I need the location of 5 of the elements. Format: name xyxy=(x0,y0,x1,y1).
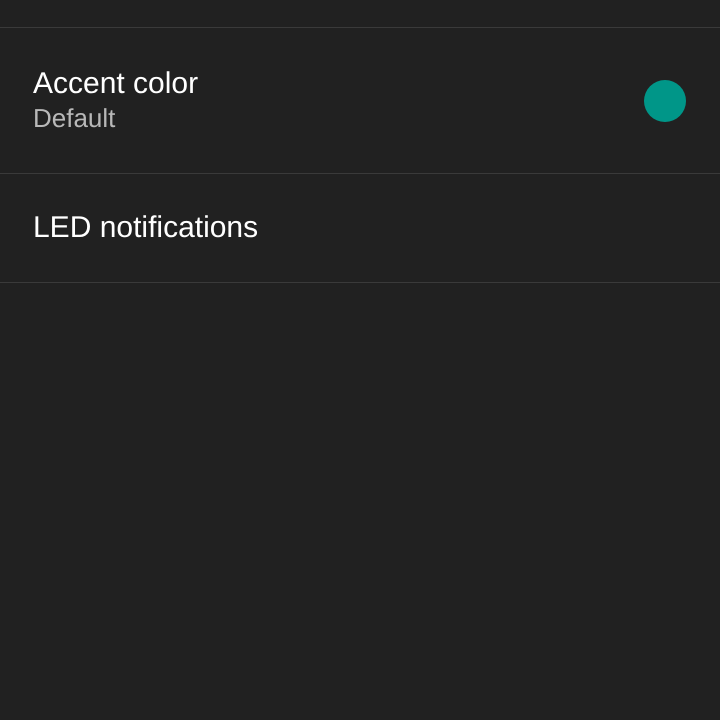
setting-summary: Default xyxy=(33,102,116,135)
settings-item[interactable]: Accent color Default xyxy=(0,28,720,174)
setting-title: LED notifications xyxy=(33,210,258,246)
setting-title: Accent color xyxy=(33,66,198,102)
settings-item[interactable]: LED notifications xyxy=(0,174,720,283)
